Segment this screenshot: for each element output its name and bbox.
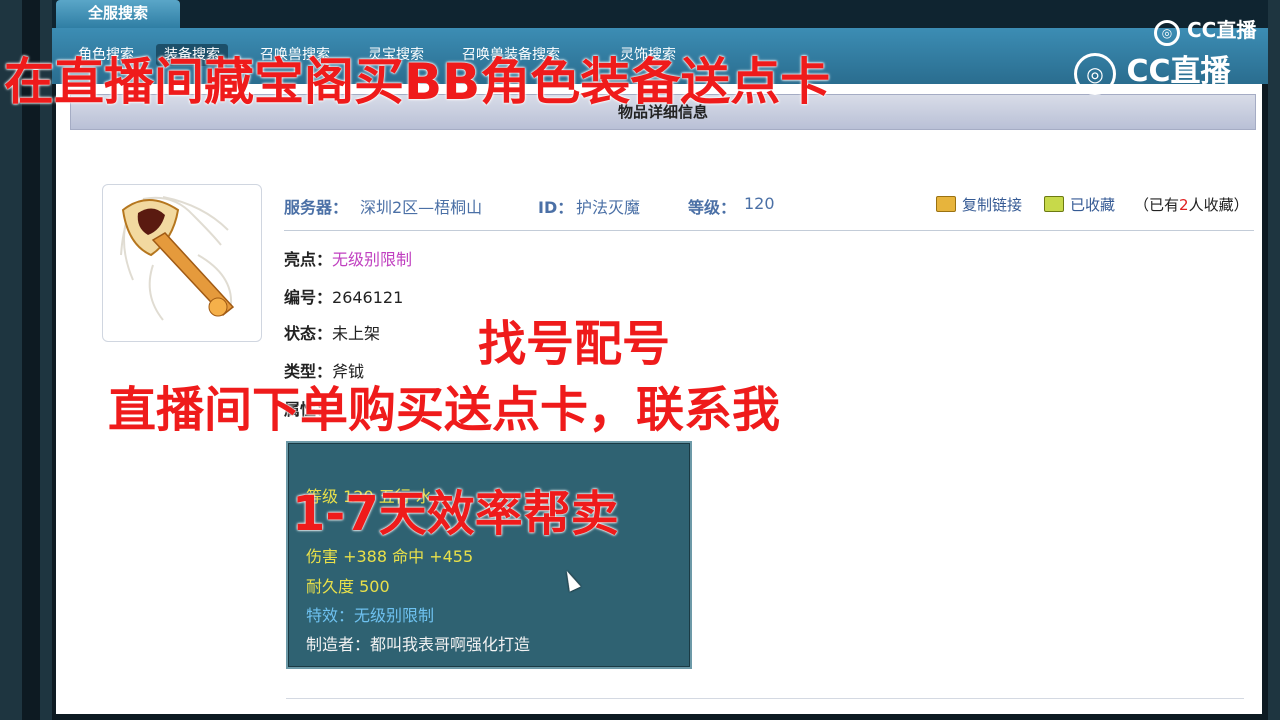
status-value: 未上架 xyxy=(332,324,381,343)
number-value: 2646121 xyxy=(332,288,404,307)
stat-maker: 制造者：都叫我表哥啊强化打造 xyxy=(306,635,531,654)
cc-logo-icon: ◎ xyxy=(1154,20,1180,46)
overlay-top-banner: 在直播间藏宝阁买BB角色装备送点卡 xyxy=(4,53,831,111)
item-thumbnail xyxy=(102,184,262,342)
stat-durability: 耐久度 500 xyxy=(306,577,390,596)
stat-damage: 伤害 +388 命中 +455 xyxy=(306,547,474,566)
id-value: 护法灭魔 xyxy=(576,198,641,217)
overlay-find-account: 找号配号 xyxy=(478,316,671,372)
favorite-count: （已有2人收藏） xyxy=(1134,196,1249,214)
field-highlight: 亮点：无级别限制 xyxy=(284,250,413,269)
right-frame xyxy=(1268,0,1280,720)
top-strip xyxy=(52,0,1268,28)
tab-global-search[interactable]: 全服搜索 xyxy=(56,0,180,28)
cc-logo-icon: ◎ xyxy=(1074,53,1116,95)
level-label: 等级： xyxy=(688,198,737,217)
server-value: 深圳2区—梧桐山 xyxy=(360,198,483,217)
cc-live-logo-small: ◎ CC直播 xyxy=(1154,14,1256,46)
field-number: 编号：2646121 xyxy=(284,288,404,307)
content-divider xyxy=(286,698,1244,699)
favorite-count-number: 2 xyxy=(1179,196,1189,214)
id-label: ID： xyxy=(538,198,574,217)
highlight-value: 无级别限制 xyxy=(332,250,413,269)
copy-link-button[interactable]: 复制链接 xyxy=(936,194,1022,215)
link-icon xyxy=(936,196,956,212)
level-value: 120 xyxy=(744,194,775,213)
axe-item-icon xyxy=(120,196,235,321)
stat-special: 特效：无级别限制 xyxy=(306,606,435,625)
cc-live-logo-large: ◎ CC直播 xyxy=(1074,46,1231,95)
favorite-label: 已收藏 xyxy=(1070,196,1116,214)
field-status: 状态：未上架 xyxy=(284,324,381,343)
server-label: 服务器： xyxy=(284,198,349,217)
copy-link-label: 复制链接 xyxy=(962,196,1023,214)
overlay-order-promo: 直播间下单购买送点卡，联系我 xyxy=(108,382,781,438)
favorite-icon xyxy=(1044,196,1064,212)
overlay-sell-promo: 1-7天效率帮卖 xyxy=(292,486,619,542)
favorite-button[interactable]: 已收藏 xyxy=(1044,194,1115,215)
